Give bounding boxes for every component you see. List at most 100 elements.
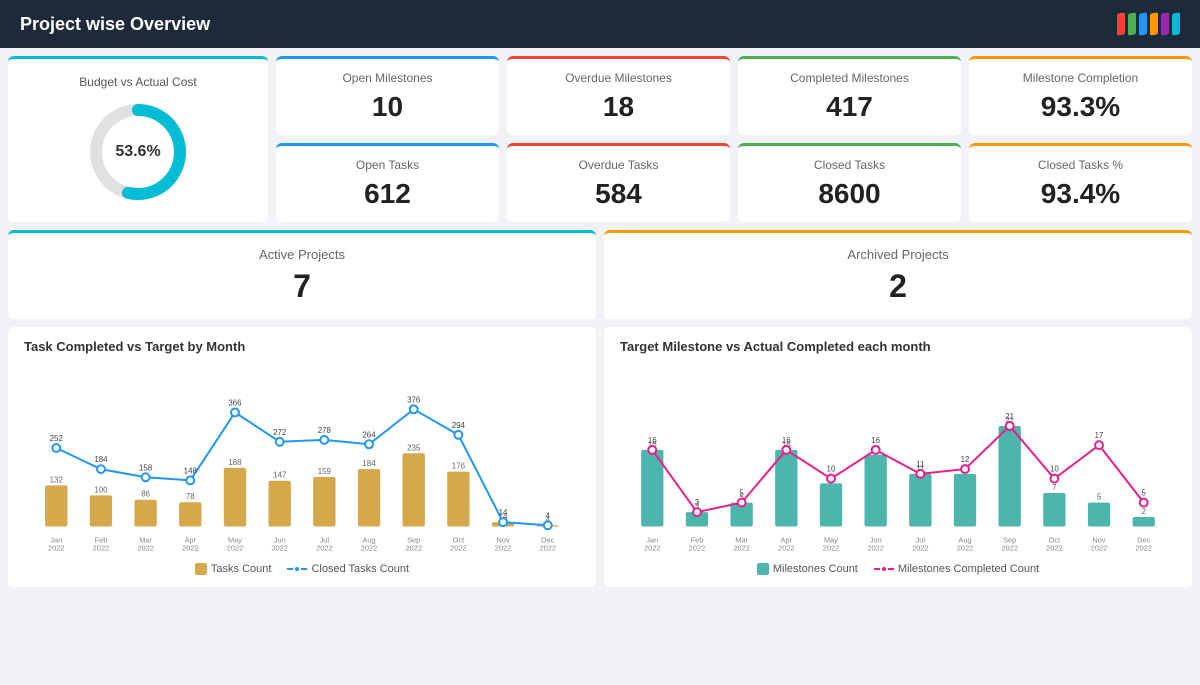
svg-text:272: 272 (273, 428, 287, 437)
stat-value-6: 8600 (818, 178, 880, 210)
task-chart-card: Task Completed vs Target by Month 132100… (8, 327, 596, 587)
stat-value-3: 93.3% (1041, 91, 1120, 123)
svg-text:2022: 2022 (93, 543, 110, 552)
svg-text:294: 294 (452, 421, 466, 430)
stat-open-milestones: Open Milestones 10 (276, 56, 499, 135)
archived-projects-value: 2 (889, 268, 907, 305)
svg-text:366: 366 (228, 398, 242, 407)
milestone-bar-legend: Milestones Count (757, 563, 858, 575)
svg-text:17: 17 (1095, 431, 1104, 440)
svg-text:147: 147 (273, 471, 287, 480)
svg-text:78: 78 (186, 492, 195, 501)
bottom-row: Task Completed vs Target by Month 132100… (8, 327, 1192, 587)
svg-text:159: 159 (318, 467, 332, 476)
stat-value-1: 18 (603, 91, 634, 123)
svg-text:2022: 2022 (778, 543, 795, 552)
stat-overdue-milestones: Overdue Milestones 18 (507, 56, 730, 135)
svg-text:2022: 2022 (539, 543, 556, 552)
svg-text:2022: 2022 (957, 543, 974, 552)
stat-value-0: 10 (372, 91, 403, 123)
middle-row: Active Projects 7 Archived Projects 2 (8, 230, 1192, 319)
app-header: Project wise Overview (0, 0, 1200, 48)
top-row: Budget vs Actual Cost 53.6% Open Milesto… (8, 56, 1192, 222)
active-projects-card: Active Projects 7 (8, 230, 596, 319)
svg-text:2022: 2022 (48, 543, 65, 552)
stat-value-7: 93.4% (1041, 178, 1120, 210)
stat-value-4: 612 (364, 178, 411, 210)
milestone-bar-legend-label: Milestones Count (773, 563, 858, 575)
logo (1117, 13, 1180, 35)
archived-projects-label: Archived Projects (847, 247, 948, 262)
milestone-line-legend-label: Milestones Completed Count (898, 563, 1039, 575)
svg-text:376: 376 (407, 395, 421, 404)
stat-label-1: Overdue Milestones (565, 71, 672, 85)
stat-closed-tasks: Closed Tasks 8600 (738, 143, 961, 222)
svg-text:5: 5 (739, 489, 744, 498)
svg-text:86: 86 (141, 490, 150, 499)
svg-text:2022: 2022 (733, 543, 750, 552)
donut-chart: 53.6% (83, 97, 193, 207)
svg-text:10: 10 (1050, 465, 1059, 474)
svg-text:12: 12 (961, 455, 970, 464)
stat-closed-tasks-pct: Closed Tasks % 93.4% (969, 143, 1192, 222)
stat-milestone-completion: Milestone Completion 93.3% (969, 56, 1192, 135)
svg-text:2022: 2022 (361, 543, 378, 552)
milestone-chart-title: Target Milestone vs Actual Completed eac… (620, 339, 1176, 354)
milestone-chart-card: Target Milestone vs Actual Completed eac… (604, 327, 1192, 587)
active-projects-label: Active Projects (259, 247, 345, 262)
svg-text:176: 176 (452, 462, 466, 471)
task-chart-area: 1321008678188147159184235176144252184158… (24, 362, 580, 557)
stat-value-5: 584 (595, 178, 642, 210)
svg-text:21: 21 (1005, 412, 1014, 421)
svg-text:2022: 2022 (1046, 543, 1063, 552)
milestone-chart-legend: Milestones Count Milestones Completed Co… (620, 563, 1176, 575)
svg-text:2022: 2022 (1001, 543, 1018, 552)
svg-text:2022: 2022 (644, 543, 661, 552)
milestone-chart-area: 163516915111121752163516101611122110175J… (620, 362, 1176, 557)
svg-text:184: 184 (94, 455, 108, 464)
task-bar-legend-box (195, 563, 207, 575)
svg-text:16: 16 (782, 436, 791, 445)
stat-value-2: 417 (826, 91, 873, 123)
milestone-bar-legend-box (757, 563, 769, 575)
svg-text:14: 14 (499, 508, 508, 517)
task-line-legend-label: Closed Tasks Count (311, 563, 409, 575)
svg-text:2022: 2022 (867, 543, 884, 552)
svg-text:16: 16 (648, 436, 657, 445)
milestone-line-legend: Milestones Completed Count (874, 563, 1039, 575)
svg-text:235: 235 (407, 443, 421, 452)
svg-text:2022: 2022 (227, 543, 244, 552)
svg-text:278: 278 (318, 426, 332, 435)
svg-text:2022: 2022 (182, 543, 199, 552)
main-content: Budget vs Actual Cost 53.6% Open Milesto… (0, 48, 1200, 595)
budget-card: Budget vs Actual Cost 53.6% (8, 56, 268, 222)
svg-text:2: 2 (1142, 507, 1147, 516)
stat-overdue-tasks: Overdue Tasks 584 (507, 143, 730, 222)
svg-text:2022: 2022 (1135, 543, 1152, 552)
svg-text:2022: 2022 (1091, 543, 1108, 552)
svg-text:252: 252 (50, 434, 64, 443)
stat-label-6: Closed Tasks (814, 158, 885, 172)
stat-label-2: Completed Milestones (790, 71, 909, 85)
task-chart-title: Task Completed vs Target by Month (24, 339, 580, 354)
svg-text:4: 4 (546, 511, 551, 520)
stat-label-3: Milestone Completion (1023, 71, 1138, 85)
donut-value: 53.6% (115, 143, 160, 161)
milestone-line-legend-line (874, 568, 894, 570)
svg-text:184: 184 (362, 459, 376, 468)
stats-grid: Open Milestones 10 Overdue Milestones 18… (276, 56, 1192, 222)
svg-text:5: 5 (1097, 493, 1102, 502)
svg-text:5: 5 (1142, 489, 1147, 498)
svg-text:132: 132 (50, 475, 64, 484)
task-line-legend-line (287, 568, 307, 570)
svg-text:158: 158 (139, 463, 153, 472)
task-bar-legend-label: Tasks Count (211, 563, 272, 575)
svg-text:3: 3 (695, 498, 700, 507)
svg-text:264: 264 (362, 430, 376, 439)
page-title: Project wise Overview (20, 14, 210, 35)
svg-text:16: 16 (871, 436, 880, 445)
stat-label-0: Open Milestones (342, 71, 432, 85)
stat-completed-milestones: Completed Milestones 417 (738, 56, 961, 135)
svg-text:2022: 2022 (495, 543, 512, 552)
stat-open-tasks: Open Tasks 612 (276, 143, 499, 222)
